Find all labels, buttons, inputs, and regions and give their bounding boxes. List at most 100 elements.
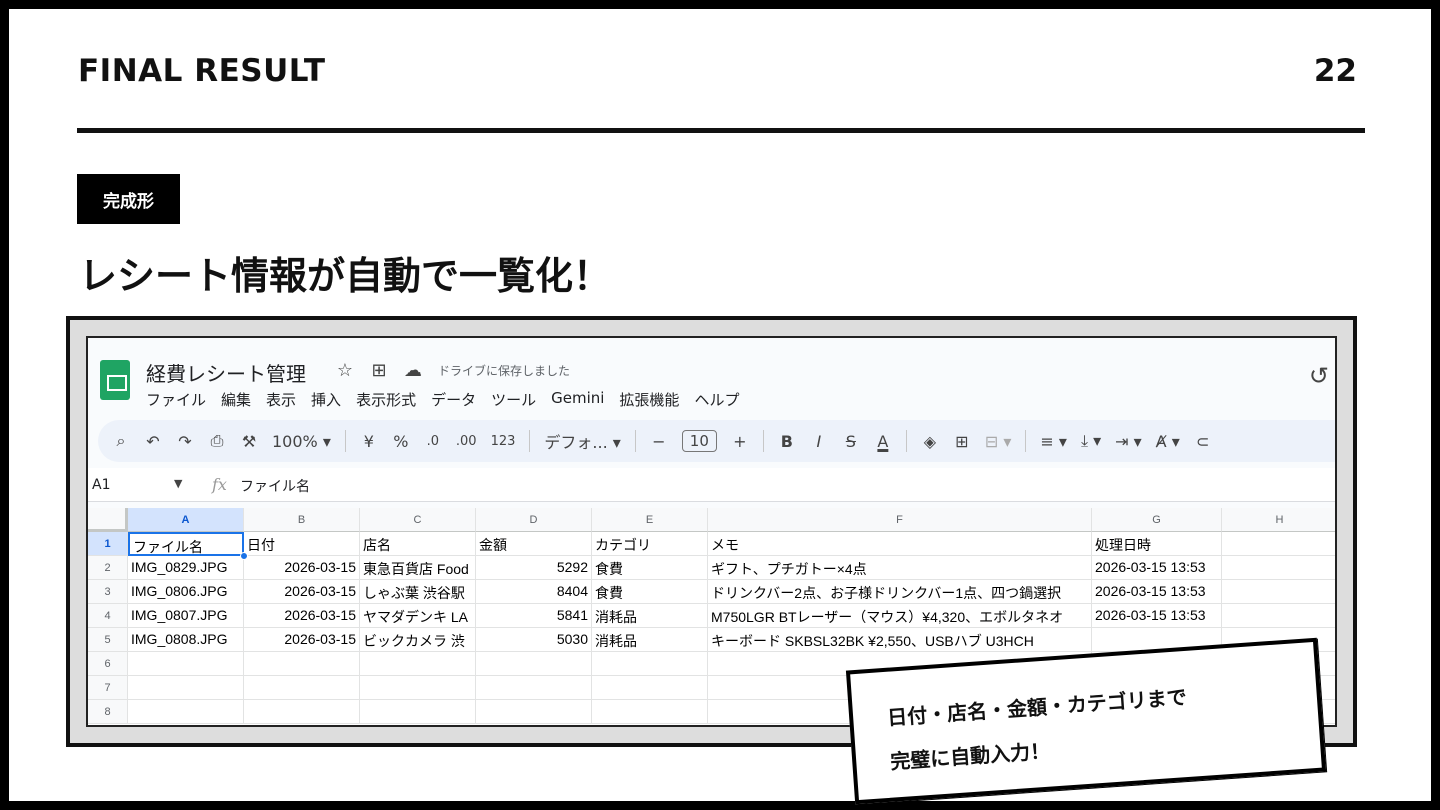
grid-cell[interactable]: 5030: [476, 628, 592, 652]
grid-cell[interactable]: IMG_0829.JPG: [128, 556, 244, 580]
horizontal-align-icon[interactable]: ≡ ▾: [1040, 432, 1067, 451]
grid-cell[interactable]: [360, 652, 476, 676]
grid-cell[interactable]: [476, 700, 592, 724]
grid-cell[interactable]: [128, 676, 244, 700]
font-size-decrease-button[interactable]: −: [650, 432, 668, 451]
column-header-d[interactable]: D: [476, 508, 592, 532]
active-cell-a1[interactable]: ファイル名: [128, 532, 244, 556]
select-all-corner[interactable]: [88, 508, 128, 532]
text-color-button[interactable]: A: [874, 432, 892, 451]
number-format-button[interactable]: 123: [491, 434, 516, 449]
grid-cell[interactable]: IMG_0808.JPG: [128, 628, 244, 652]
column-header-a[interactable]: A: [128, 508, 244, 532]
row-header[interactable]: 7: [88, 676, 128, 700]
grid-cell[interactable]: [360, 700, 476, 724]
grid-cell[interactable]: カテゴリ: [592, 532, 708, 556]
menu-extensions[interactable]: 拡張機能: [619, 389, 679, 410]
grid-cell[interactable]: 金額: [476, 532, 592, 556]
row-header[interactable]: 6: [88, 652, 128, 676]
redo-icon[interactable]: ↷: [176, 432, 194, 451]
grid-cell[interactable]: ギフト、プチガトー×4点: [708, 556, 1092, 580]
paint-format-icon[interactable]: ⚒: [240, 432, 258, 451]
column-header-c[interactable]: C: [360, 508, 476, 532]
document-title[interactable]: 経費レシート管理: [146, 358, 306, 387]
column-header-e[interactable]: E: [592, 508, 708, 532]
menu-format[interactable]: 表示形式: [356, 389, 416, 410]
vertical-align-icon[interactable]: ⤓ ▾: [1081, 431, 1101, 451]
font-size-input[interactable]: 10: [681, 430, 717, 452]
grid-cell[interactable]: [244, 676, 360, 700]
row-header[interactable]: 8: [88, 700, 128, 724]
grid-cell[interactable]: 8404: [476, 580, 592, 604]
grid-cell[interactable]: 食費: [592, 580, 708, 604]
grid-cell[interactable]: [476, 652, 592, 676]
row-header[interactable]: 1: [88, 532, 128, 556]
column-header-b[interactable]: B: [244, 508, 360, 532]
grid-cell[interactable]: 2026-03-15: [244, 580, 360, 604]
grid-cell[interactable]: [1222, 556, 1335, 580]
menu-gemini[interactable]: Gemini: [551, 389, 604, 410]
menu-insert[interactable]: 挿入: [311, 389, 341, 410]
grid-cell[interactable]: 2026-03-15 13:53: [1092, 556, 1222, 580]
text-wrap-icon[interactable]: ⇥ ▾: [1115, 432, 1142, 451]
grid-cell[interactable]: 2026-03-15: [244, 604, 360, 628]
menu-data[interactable]: データ: [431, 389, 476, 410]
grid-cell[interactable]: ビックカメラ 渋: [360, 628, 476, 652]
grid-cell[interactable]: ヤマダデンキ LA: [360, 604, 476, 628]
grid-cell[interactable]: IMG_0807.JPG: [128, 604, 244, 628]
grid-cell[interactable]: IMG_0806.JPG: [128, 580, 244, 604]
grid-cell[interactable]: [244, 652, 360, 676]
grid-cell[interactable]: [360, 676, 476, 700]
chevron-down-icon[interactable]: ▼: [174, 477, 182, 490]
fill-color-icon[interactable]: ◈: [921, 432, 939, 451]
cloud-saved-icon[interactable]: ☁: [402, 360, 424, 381]
sheets-logo-icon[interactable]: [100, 360, 130, 400]
column-header-g[interactable]: G: [1092, 508, 1222, 532]
grid-cell[interactable]: 2026-03-15: [244, 628, 360, 652]
row-header[interactable]: 5: [88, 628, 128, 652]
row-header[interactable]: 2: [88, 556, 128, 580]
strikethrough-button[interactable]: S: [842, 432, 860, 451]
grid-cell[interactable]: [1222, 580, 1335, 604]
grid-cell[interactable]: 消耗品: [592, 604, 708, 628]
grid-cell[interactable]: [1222, 604, 1335, 628]
grid-cell[interactable]: [128, 700, 244, 724]
grid-cell[interactable]: 処理日時: [1092, 532, 1222, 556]
grid-cell[interactable]: 東急百貨店 Food: [360, 556, 476, 580]
grid-cell[interactable]: 食費: [592, 556, 708, 580]
column-header-h[interactable]: H: [1222, 508, 1335, 532]
search-icon[interactable]: ⌕: [112, 431, 130, 451]
row-header[interactable]: 4: [88, 604, 128, 628]
formula-input[interactable]: ファイル名: [240, 476, 310, 496]
star-icon[interactable]: ☆: [334, 360, 356, 381]
grid-cell[interactable]: 5841: [476, 604, 592, 628]
menu-edit[interactable]: 編集: [221, 389, 251, 410]
row-header[interactable]: 3: [88, 580, 128, 604]
zoom-select[interactable]: 100% ▾: [272, 432, 331, 451]
fill-handle[interactable]: [240, 552, 248, 560]
menu-file[interactable]: ファイル: [146, 389, 206, 410]
grid-cell[interactable]: [592, 652, 708, 676]
grid-cell[interactable]: 2026-03-15 13:53: [1092, 604, 1222, 628]
name-box[interactable]: A1: [92, 477, 110, 493]
grid-cell[interactable]: [476, 676, 592, 700]
grid-cell[interactable]: 2026-03-15 13:53: [1092, 580, 1222, 604]
decrease-decimal-button[interactable]: .0: [424, 434, 442, 449]
grid-cell[interactable]: 日付: [244, 532, 360, 556]
currency-button[interactable]: ¥: [360, 432, 378, 451]
grid-cell[interactable]: [244, 700, 360, 724]
grid-cell[interactable]: 消耗品: [592, 628, 708, 652]
menu-tools[interactable]: ツール: [491, 389, 536, 410]
borders-icon[interactable]: ⊞: [953, 432, 971, 451]
print-icon[interactable]: ⎙: [208, 431, 226, 451]
grid-cell[interactable]: 店名: [360, 532, 476, 556]
history-icon[interactable]: ↺: [1309, 362, 1329, 390]
grid-cell[interactable]: [592, 676, 708, 700]
font-size-increase-button[interactable]: +: [731, 432, 749, 451]
menu-view[interactable]: 表示: [266, 389, 296, 410]
grid-cell[interactable]: M750LGR BTレーザー（マウス）¥4,320、エボルタネオ: [708, 604, 1092, 628]
font-select[interactable]: デフォ... ▾: [544, 429, 620, 453]
grid-cell[interactable]: [1222, 532, 1335, 556]
grid-cell[interactable]: メモ: [708, 532, 1092, 556]
undo-icon[interactable]: ↶: [144, 432, 162, 451]
